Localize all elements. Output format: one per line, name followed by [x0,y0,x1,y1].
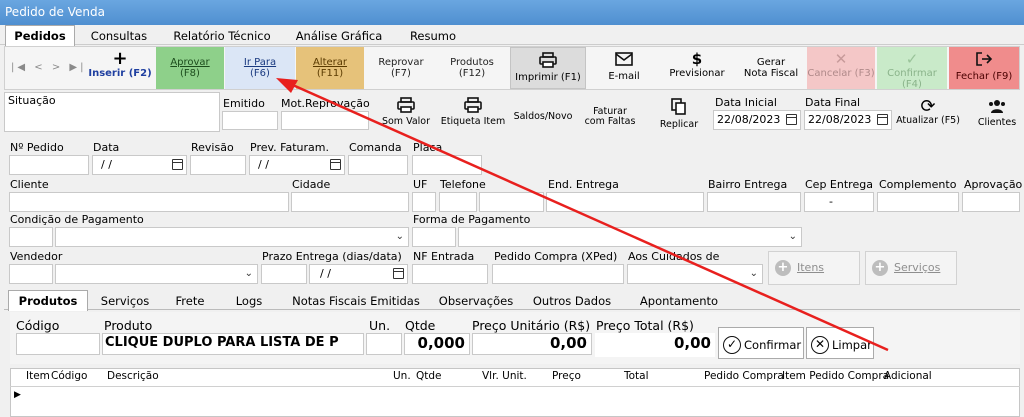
annotation-arrow [276,78,889,352]
arrow-head [276,78,298,93]
arrow-line [285,80,889,352]
